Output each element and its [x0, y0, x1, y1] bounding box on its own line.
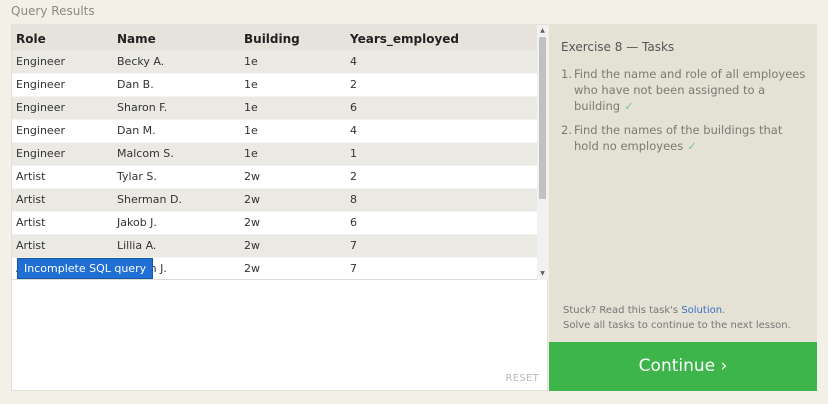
table-row: Engineer Malcom S. 1e 1	[12, 142, 537, 166]
table-cell: Engineer	[12, 96, 113, 120]
checkmark-icon: ✓	[687, 139, 697, 153]
help-text: Stuck? Read this task's Solution. Solve …	[563, 303, 791, 333]
task-item: 2. Find the names of the buildings that …	[561, 122, 807, 154]
results-table-container: Role Name Building Years_employed Engine…	[12, 25, 537, 280]
task-text: Find the names of the buildings that hol…	[574, 123, 783, 153]
column-header-years-employed: Years_employed	[350, 32, 460, 46]
table-cell: Tylar S.	[113, 165, 240, 189]
table-row: Artist Jakob J. 2w 6	[12, 211, 537, 235]
table-cell: 1e	[240, 119, 346, 143]
table-cell: 2w	[240, 165, 346, 189]
task-number: 2.	[561, 123, 572, 137]
table-cell: Dan B.	[113, 73, 240, 97]
table-cell: Lillia A.	[113, 234, 240, 258]
table-row: Engineer Dan B. 1e 2	[12, 73, 537, 97]
table-header-row: Role Name Building Years_employed	[12, 25, 537, 50]
table-cell: Artist	[12, 188, 113, 212]
table-cell: 2w	[240, 188, 346, 212]
column-header-role: Role	[16, 32, 46, 46]
incomplete-query-tooltip: Incomplete SQL query	[17, 258, 154, 279]
table-cell: 1e	[240, 73, 346, 97]
table-row: Engineer Becky A. 1e 4	[12, 50, 537, 74]
table-cell: Becky A.	[113, 50, 240, 74]
results-table: Role Name Building Years_employed Engine…	[12, 25, 537, 279]
table-cell: 2w	[240, 257, 346, 279]
table-cell: Malcom S.	[113, 142, 240, 166]
table-row: Artist Tylar S. 2w 2	[12, 165, 537, 189]
table-row: Artist Lillia A. 2w 7	[12, 234, 537, 258]
table-cell: Engineer	[12, 50, 113, 74]
scroll-down-arrow-icon[interactable]: ▼	[537, 269, 548, 279]
task-list: 1. Find the name and role of all employe…	[561, 66, 807, 162]
continue-button[interactable]: Continue ›	[549, 342, 817, 391]
task-item: 1. Find the name and role of all employe…	[561, 66, 807, 114]
table-cell: 6	[346, 96, 537, 120]
reset-button[interactable]: RESET	[505, 373, 539, 384]
tasks-title: Exercise 8 — Tasks	[561, 40, 675, 54]
task-text-wrapper: Find the names of the buildings that hol…	[574, 122, 807, 154]
table-cell: Artist	[12, 211, 113, 235]
scrollbar-thumb[interactable]	[539, 37, 546, 199]
stuck-line: Stuck? Read this task's Solution.	[563, 303, 791, 318]
solve-all-line: Solve all tasks to continue to the next …	[563, 320, 791, 331]
table-cell: 2	[346, 73, 537, 97]
table-cell: Artist	[12, 234, 113, 258]
solution-link[interactable]: Solution	[681, 305, 722, 316]
table-cell: 1e	[240, 50, 346, 74]
table-cell: 1e	[240, 96, 346, 120]
stuck-prefix: Stuck? Read this task's	[563, 305, 682, 316]
tasks-panel: Exercise 8 — Tasks 1. Find the name and …	[549, 24, 817, 342]
table-cell: Dan M.	[113, 119, 240, 143]
table-cell: 7	[346, 257, 537, 279]
table-cell: 1	[346, 142, 537, 166]
stuck-suffix: .	[722, 305, 726, 316]
checkmark-icon: ✓	[624, 99, 634, 113]
table-cell: 4	[346, 50, 537, 74]
table-cell: 7	[346, 234, 537, 258]
scroll-up-arrow-icon[interactable]: ▲	[537, 26, 548, 36]
query-results-panel: Role Name Building Years_employed Engine…	[11, 24, 548, 391]
table-row: Engineer Sharon F. 1e 6	[12, 96, 537, 120]
table-cell: 6	[346, 211, 537, 235]
table-cell: Jakob J.	[113, 211, 240, 235]
table-cell: Engineer	[12, 119, 113, 143]
results-scrollbar[interactable]: ▲ ▼	[537, 25, 548, 280]
query-results-title: Query Results	[11, 4, 95, 18]
task-number: 1.	[561, 67, 572, 81]
task-text: Find the name and role of all employees …	[574, 67, 806, 113]
table-cell: 2	[346, 165, 537, 189]
table-cell: Sharon F.	[113, 96, 240, 120]
table-cell: 2w	[240, 234, 346, 258]
task-text-wrapper: Find the name and role of all employees …	[574, 66, 807, 114]
table-row: Artist Sherman D. 2w 8	[12, 188, 537, 212]
table-cell: Artist	[12, 165, 113, 189]
table-cell: Engineer	[12, 73, 113, 97]
table-cell: 2w	[240, 211, 346, 235]
table-cell: 4	[346, 119, 537, 143]
table-cell: 1e	[240, 142, 346, 166]
table-cell: Engineer	[12, 142, 113, 166]
column-header-building: Building	[244, 32, 300, 46]
table-row: Engineer Dan M. 1e 4	[12, 119, 537, 143]
table-cell: 8	[346, 188, 537, 212]
table-cell: Sherman D.	[113, 188, 240, 212]
column-header-name: Name	[117, 32, 156, 46]
